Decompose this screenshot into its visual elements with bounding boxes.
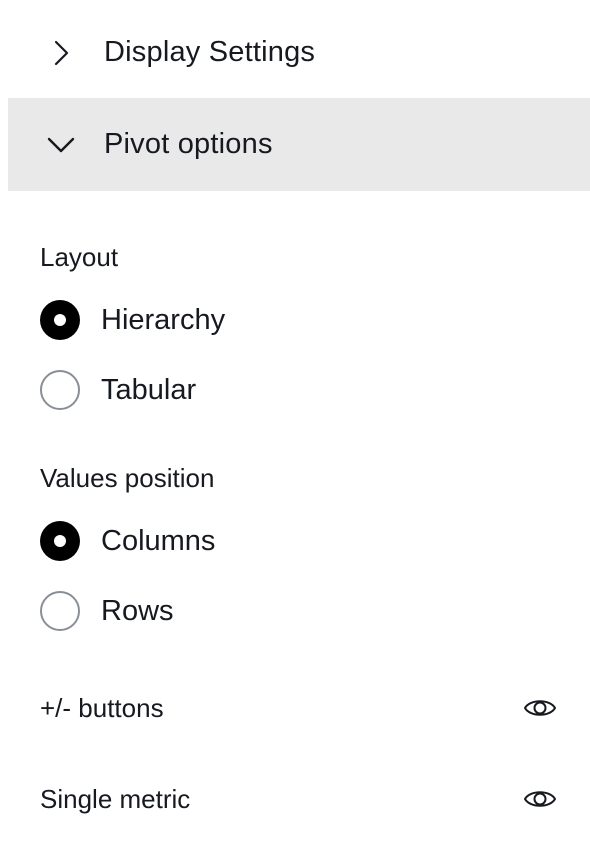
- plus-minus-buttons-row: +/- buttons: [40, 686, 560, 730]
- display-settings-label: Display Settings: [104, 36, 316, 68]
- chevron-down-icon: [46, 130, 76, 160]
- layout-radio-hierarchy[interactable]: Hierarchy: [40, 298, 225, 342]
- radio-label: Columns: [101, 524, 216, 557]
- eye-icon[interactable]: [522, 781, 558, 817]
- radio-label: Hierarchy: [101, 303, 226, 336]
- display-settings-header[interactable]: Display Settings: [8, 7, 590, 98]
- layout-radio-tabular[interactable]: Tabular: [40, 368, 196, 412]
- radio-checked-icon[interactable]: [40, 521, 80, 561]
- radio-unchecked-icon[interactable]: [40, 591, 80, 631]
- values-position-group-label: Values position: [40, 463, 215, 493]
- pivot-options-label: Pivot options: [104, 128, 273, 160]
- radio-unchecked-icon[interactable]: [40, 370, 80, 410]
- radio-checked-icon[interactable]: [40, 300, 80, 340]
- values-position-radio-columns[interactable]: Columns: [40, 519, 215, 563]
- radio-label: Tabular: [101, 373, 197, 406]
- single-metric-label: Single metric: [40, 783, 191, 814]
- eye-icon[interactable]: [522, 690, 558, 726]
- values-position-radio-rows[interactable]: Rows: [40, 589, 174, 633]
- pivot-options-header[interactable]: Pivot options: [8, 98, 590, 191]
- radio-label: Rows: [101, 594, 174, 627]
- plus-minus-buttons-label: +/- buttons: [40, 692, 164, 723]
- single-metric-row: Single metric: [40, 777, 560, 821]
- layout-group-label: Layout: [40, 242, 119, 272]
- chevron-right-icon: [46, 38, 76, 68]
